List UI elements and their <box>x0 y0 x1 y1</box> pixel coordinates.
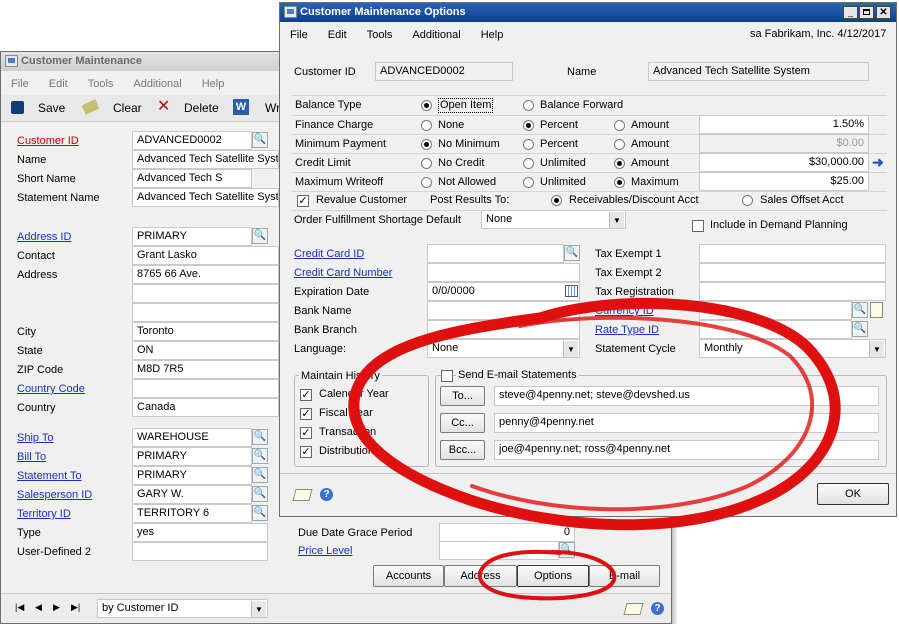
large-red-ellipse-inner <box>470 315 815 512</box>
small-red-ellipse <box>477 549 617 601</box>
large-red-ellipse <box>348 297 841 531</box>
red-annotation-overlay <box>348 297 841 601</box>
